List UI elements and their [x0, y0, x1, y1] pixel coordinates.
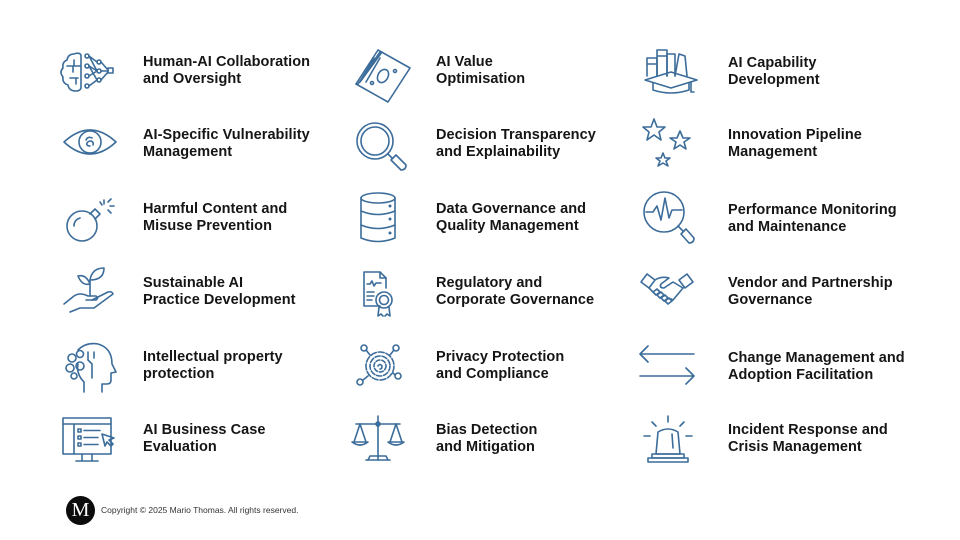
grid-item-label: AI Capability Development [728, 55, 820, 89]
eye-icon [60, 112, 120, 172]
label-line-1: AI Capability [728, 55, 817, 71]
grid-item-label: Regulatory and Corporate Governance [436, 275, 594, 309]
label-line-2: Development [728, 72, 820, 88]
label-line-1: Decision Transparency [436, 127, 596, 143]
grid-item-label: Performance Monitoring and Maintenance [728, 202, 897, 236]
logo-letter: M [71, 499, 90, 521]
grid-item-label: Privacy Protection and Compliance [436, 349, 564, 383]
grid-item-label: Change Management and Adoption Facilitat… [728, 350, 905, 384]
grid-item-label: Incident Response and Crisis Management [728, 422, 888, 456]
exchange-arrows-icon [636, 336, 696, 396]
alarm-siren-icon [638, 410, 698, 470]
head-gears-icon [60, 338, 120, 398]
grid-item-label: Vendor and Partnership Governance [728, 275, 893, 309]
label-line-1: Data Governance and [436, 201, 587, 217]
label-line-2: protection [143, 366, 215, 382]
grid-item-label: AI Value Optimisation [436, 54, 525, 88]
label-line-2: and Compliance [436, 366, 549, 382]
label-line-1: Sustainable AI [143, 275, 244, 291]
books-graduation-cap-icon [641, 44, 701, 104]
balance-scale-icon [348, 412, 408, 472]
logo: M [66, 495, 95, 525]
label-line-1: AI Business Case [143, 422, 266, 438]
grid-item-label: Harmful Content and Misuse Prevention [143, 201, 287, 235]
grid-item-label: Decision Transparency and Explainability [436, 127, 596, 161]
label-line-2: Management [728, 144, 818, 160]
label-line-2: Management [143, 144, 233, 160]
label-line-1: Intellectual property [143, 349, 283, 365]
monitor-checklist-cursor-icon [60, 410, 120, 470]
grid-item-label: Sustainable AI Practice Development [143, 275, 296, 309]
label-line-1: Innovation Pipeline [728, 127, 862, 143]
label-line-1: Harmful Content and [143, 201, 288, 217]
handshake-icon [637, 262, 697, 322]
label-line-1: AI Value [436, 54, 493, 70]
copyright-text: Copyright © 2025 Mario Thomas. All right… [101, 505, 299, 515]
label-line-2: and Oversight [143, 71, 242, 87]
label-line-2: and Maintenance [728, 219, 847, 235]
hand-plant-icon [60, 262, 120, 322]
label-line-2: Adoption Facilitation [728, 367, 874, 383]
grid-item-label: Bias Detection and Mitigation [436, 422, 537, 456]
grid-item-label: AI Business Case Evaluation [143, 422, 266, 456]
label-line-2: Practice Development [143, 292, 296, 308]
certificate-document-icon [350, 264, 410, 324]
label-line-2: and Mitigation [436, 439, 535, 455]
label-line-1: AI-Specific Vulnerability [143, 127, 310, 143]
label-line-1: Privacy Protection [436, 349, 565, 365]
label-line-2: Quality Management [436, 218, 579, 234]
grid-item-label: Human-AI Collaboration and Oversight [143, 54, 310, 88]
label-line-2: Optimisation [436, 71, 526, 87]
label-line-1: Human-AI Collaboration [143, 54, 311, 70]
label-line-2: Corporate Governance [436, 292, 595, 308]
label-line-1: Regulatory and [436, 275, 543, 291]
magnifier-pulse-icon [638, 188, 698, 248]
grid-item-label: Data Governance and Quality Management [436, 201, 586, 235]
database-icon [348, 188, 408, 248]
fingerprint-network-icon [350, 336, 410, 396]
footer: M Copyright © 2025 Mario Thomas. All rig… [66, 495, 298, 525]
label-line-1: Performance Monitoring [728, 202, 897, 218]
bomb-icon [60, 192, 120, 252]
brain-network-icon [58, 44, 118, 104]
label-line-2: and Explainability [436, 144, 561, 160]
label-line-1: Vendor and Partnership [728, 275, 893, 291]
label-line-1: Incident Response and [728, 422, 888, 438]
label-line-1: Change Management and [728, 350, 905, 366]
label-line-2: Evaluation [143, 439, 217, 455]
label-line-1: Bias Detection [436, 422, 538, 438]
label-line-2: Crisis Management [728, 439, 862, 455]
grid-item-label: Innovation Pipeline Management [728, 127, 862, 161]
label-line-2: Governance [728, 292, 813, 308]
grid-item-label: Intellectual property protection [143, 349, 283, 383]
capability-grid: Human-AI Collaboration and Oversight AI … [0, 0, 960, 540]
magnifying-glass-icon [352, 118, 412, 178]
money-bills-icon [352, 44, 412, 104]
label-line-2: Misuse Prevention [143, 218, 272, 234]
grid-item-label: AI-Specific Vulnerability Management [143, 127, 310, 161]
stars-icon [638, 115, 698, 175]
